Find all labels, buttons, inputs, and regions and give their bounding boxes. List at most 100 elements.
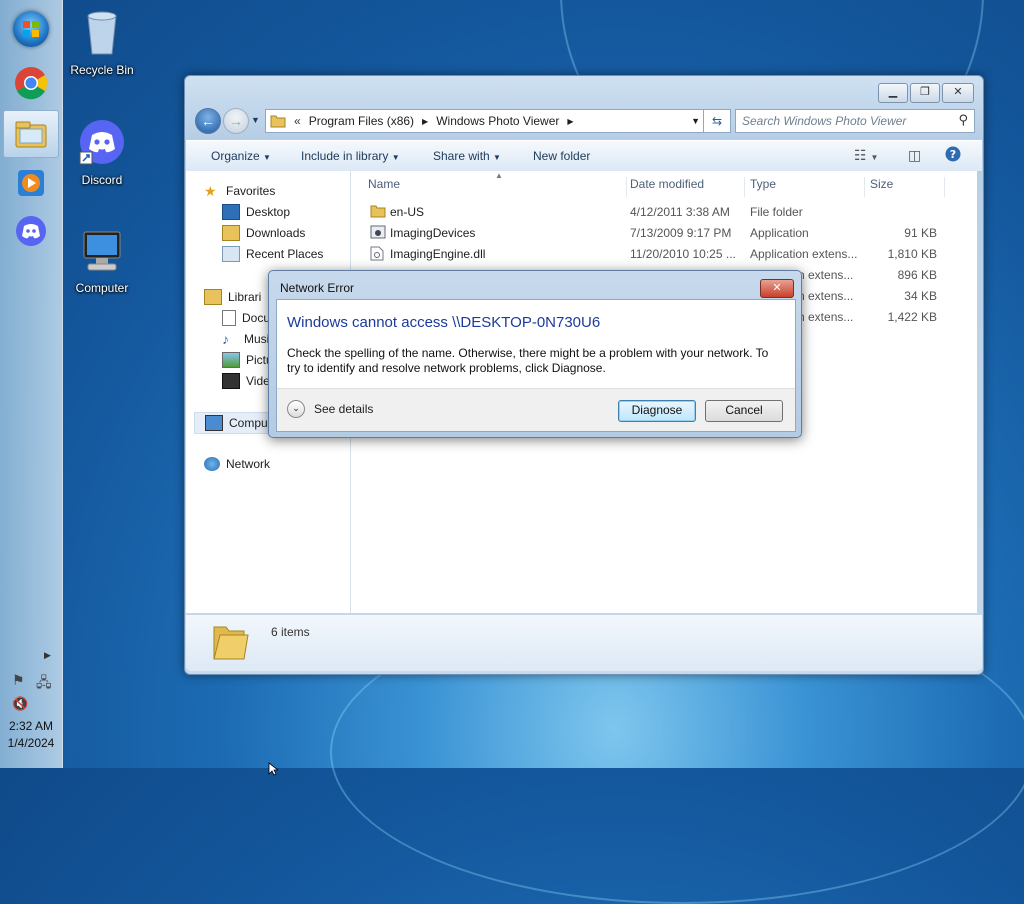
breadcrumb-separator-icon[interactable]: ▶: [567, 117, 573, 126]
column-header-type[interactable]: Type: [745, 177, 865, 197]
address-bar[interactable]: « Program Files (x86) ▶ Windows Photo Vi…: [265, 109, 707, 133]
dll-icon: [370, 246, 384, 264]
nav-documents[interactable]: Docu: [222, 308, 270, 328]
see-details-label: See details: [314, 402, 374, 416]
downloads-folder-icon: [222, 225, 240, 241]
file-type: Application extens...: [750, 247, 858, 261]
windows-start-icon: [13, 11, 49, 47]
chevron-down-circle-icon: ⌄: [287, 400, 305, 418]
network-tray-icon[interactable]: 🖧: [36, 672, 52, 696]
libraries-icon: [204, 289, 222, 305]
nav-label: Librari: [228, 290, 262, 304]
address-dropdown-icon[interactable]: ▼: [691, 116, 700, 126]
help-button[interactable]: ?: [945, 146, 961, 165]
computer-icon: [83, 231, 121, 271]
see-details-toggle[interactable]: ⌄ See details: [287, 400, 373, 418]
file-size: 91 KB: [904, 226, 937, 240]
nav-label: Desktop: [246, 205, 291, 219]
organize-menu[interactable]: Organize ▼: [211, 149, 271, 163]
column-header-name[interactable]: Name ▲: [363, 171, 627, 197]
include-in-library-menu[interactable]: Include in library ▼: [301, 149, 400, 163]
desktop-icon-label: Recycle Bin: [70, 63, 134, 77]
item-count: 6 items: [271, 625, 310, 639]
taskbar-explorer[interactable]: [3, 110, 59, 158]
clock-time[interactable]: 2:32 AM: [0, 719, 62, 733]
recycle-bin-icon: [87, 11, 117, 55]
dialog-close-button[interactable]: ✕: [760, 279, 794, 298]
search-input[interactable]: Search Windows Photo Viewer ⚲: [735, 109, 975, 133]
nav-libraries[interactable]: Librari: [204, 287, 261, 307]
column-label: Date modified: [630, 177, 705, 191]
nav-label: Favorites: [226, 184, 276, 198]
file-row[interactable]: ImagingEngine.dll 11/20/2010 10:25 ... A…: [351, 244, 977, 264]
nav-downloads[interactable]: Downloads: [222, 223, 305, 243]
help-icon: ?: [945, 146, 961, 162]
nav-desktop[interactable]: Desktop: [222, 202, 290, 222]
diagnose-button[interactable]: Diagnose: [618, 400, 696, 422]
nav-recent-places[interactable]: Recent Places: [222, 244, 323, 264]
start-button[interactable]: [6, 6, 56, 52]
nav-videos[interactable]: Vide: [222, 371, 270, 391]
nav-pictures[interactable]: Pictu: [222, 350, 273, 370]
breadcrumb-photo-viewer[interactable]: Windows Photo Viewer: [436, 114, 559, 128]
taskbar-discord[interactable]: [6, 208, 56, 254]
change-view-button[interactable]: ☷ ▼: [854, 147, 878, 164]
maximize-button[interactable]: ❐: [910, 83, 940, 103]
nav-favorites[interactable]: ★ Favorites: [204, 181, 275, 201]
nav-network[interactable]: Network: [204, 454, 270, 474]
forward-button[interactable]: →: [223, 108, 249, 134]
column-label: Name: [368, 177, 401, 191]
back-arrow-icon: ←: [201, 113, 215, 129]
desktop-icon-label: Discord: [81, 173, 123, 187]
app-icon: [370, 225, 386, 242]
close-window-button[interactable]: ✕: [942, 83, 974, 103]
cancel-button[interactable]: Cancel: [705, 400, 783, 422]
file-type: n extens...: [798, 310, 854, 324]
file-date: 4/12/2011 3:38 AM: [630, 205, 730, 219]
nav-label: Docu: [242, 311, 271, 325]
nav-music[interactable]: ♪ Musi: [222, 329, 269, 349]
share-with-menu[interactable]: Share with ▼: [433, 149, 501, 163]
back-button[interactable]: ←: [195, 108, 221, 134]
file-row[interactable]: en-US 4/12/2011 3:38 AM File folder: [351, 202, 977, 222]
nav-label: Compu: [229, 416, 268, 430]
chevron-down-icon: ▼: [391, 153, 400, 162]
action-center-icon[interactable]: ⚑: [12, 672, 25, 689]
file-name: en-US: [390, 205, 425, 219]
folder-icon: [270, 115, 286, 128]
organize-label: Organize: [211, 149, 260, 163]
refresh-button[interactable]: ⇆: [703, 109, 731, 133]
pictures-icon: [222, 352, 240, 368]
new-folder-button[interactable]: New folder: [533, 149, 590, 163]
computer-icon: [205, 415, 223, 431]
breadcrumb-overflow[interactable]: «: [294, 114, 301, 128]
column-header-size[interactable]: Size: [865, 177, 945, 197]
svg-text:?: ?: [950, 148, 956, 161]
volume-muted-icon[interactable]: 🔇: [12, 696, 28, 712]
column-header-date[interactable]: Date modified: [625, 177, 745, 197]
chrome-icon: [15, 67, 48, 100]
preview-pane-button[interactable]: ◫: [908, 147, 921, 164]
network-error-dialog: Network Error ✕ Windows cannot access \\…: [268, 270, 802, 438]
breadcrumb-program-files[interactable]: Program Files (x86): [309, 114, 414, 128]
breadcrumb-separator-icon[interactable]: ▶: [422, 117, 428, 126]
desktop-icon-label: Computer: [75, 281, 129, 295]
desktop-icon-computer[interactable]: Computer: [57, 228, 147, 295]
file-row[interactable]: ImagingDevices 7/13/2009 9:17 PM Applica…: [351, 223, 977, 243]
star-icon: ★: [204, 183, 217, 199]
command-bar: Organize ▼ Include in library ▼ Share wi…: [186, 140, 982, 172]
column-label: Size: [870, 177, 894, 191]
file-size: 34 KB: [904, 289, 937, 303]
file-size: 1,422 KB: [887, 310, 937, 324]
recent-places-icon: [222, 246, 240, 262]
taskbar-media-player[interactable]: [6, 160, 56, 206]
recent-pages-dropdown[interactable]: ▼: [251, 115, 260, 125]
nav-label: Vide: [246, 374, 270, 388]
desktop-icon-discord[interactable]: Discord: [57, 118, 147, 187]
taskbar-chrome[interactable]: [6, 60, 56, 106]
desktop-icon-recycle-bin[interactable]: Recycle Bin: [57, 8, 147, 77]
explorer-icon: [15, 121, 47, 148]
videos-icon: [222, 373, 240, 389]
clock-date[interactable]: 1/4/2024: [0, 736, 62, 750]
minimize-button[interactable]: ▁: [878, 83, 908, 103]
